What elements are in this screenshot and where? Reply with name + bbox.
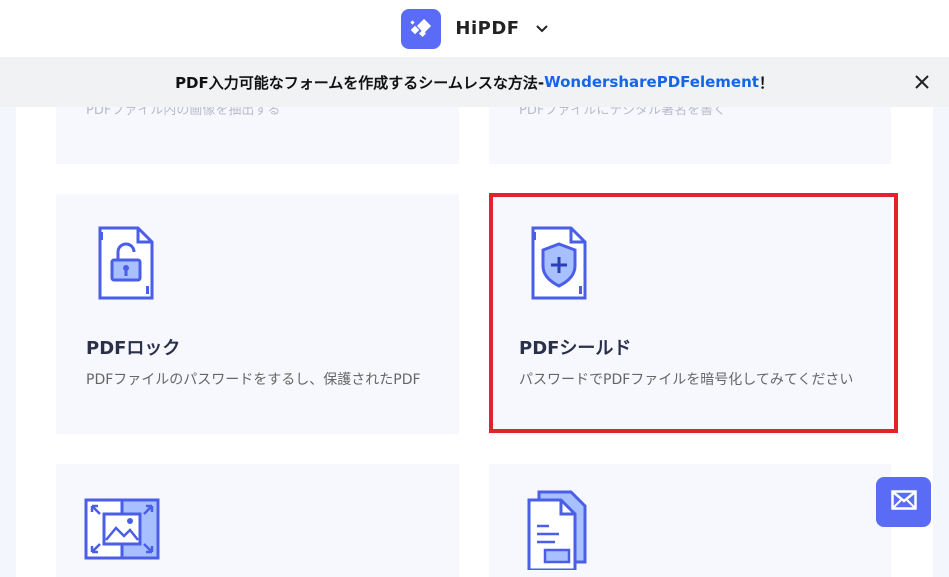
card-title: PDFロック: [86, 338, 181, 359]
card-desc: PDFファイルにデジタル署名を書く: [519, 107, 727, 118]
promo-banner: PDF入力可能なフォームを作成するシームレスな方法- WondersharePD…: [0, 57, 949, 107]
contact-mail-button[interactable]: [876, 477, 931, 527]
card-title: PDFシールド: [519, 338, 632, 359]
tool-card-sign[interactable]: PDFファイルにデジタル署名を書く: [489, 107, 891, 164]
banner-text: PDF入力可能なフォームを作成するシームレスな方法-: [175, 73, 545, 92]
brand-name: HiPDF: [455, 18, 520, 39]
hipdf-logo-icon: [401, 8, 442, 49]
tool-card-resize-image[interactable]: [56, 464, 459, 577]
banner-text-suffix: ！: [758, 73, 774, 92]
pdf-lock-icon: [96, 226, 156, 304]
tool-card-document[interactable]: [489, 464, 891, 577]
close-icon[interactable]: [911, 71, 933, 93]
tool-card-pdf-shield[interactable]: PDFシールド パスワードでPDFファイルを暗号化してみてください: [489, 194, 891, 434]
document-icon: [525, 490, 589, 574]
tool-card-extract-images[interactable]: PDFファイル内の画像を抽出する: [56, 107, 459, 164]
card-desc: パスワードでPDFファイルを暗号化してみてください: [519, 372, 854, 388]
chevron-down-icon[interactable]: [535, 24, 548, 33]
tool-card-pdf-lock[interactable]: PDFロック PDFファイルのパスワードをするし、保護されたPDF: [56, 194, 459, 434]
brand-switcher[interactable]: HiPDF: [401, 8, 548, 49]
top-bar: HiPDF: [0, 0, 949, 57]
banner-link[interactable]: WondersharePDFelement: [544, 73, 759, 91]
card-desc: PDFファイル内の画像を抽出する: [86, 107, 281, 118]
image-resize-icon: [84, 498, 164, 566]
mail-icon: [890, 490, 917, 514]
tools-grid: PDFファイル内の画像を抽出する PDFファイルにデジタル署名を書く PDFロッ…: [16, 107, 933, 577]
card-desc: PDFファイルのパスワードをするし、保護されたPDF: [86, 372, 421, 388]
pdf-shield-icon: [529, 226, 589, 304]
